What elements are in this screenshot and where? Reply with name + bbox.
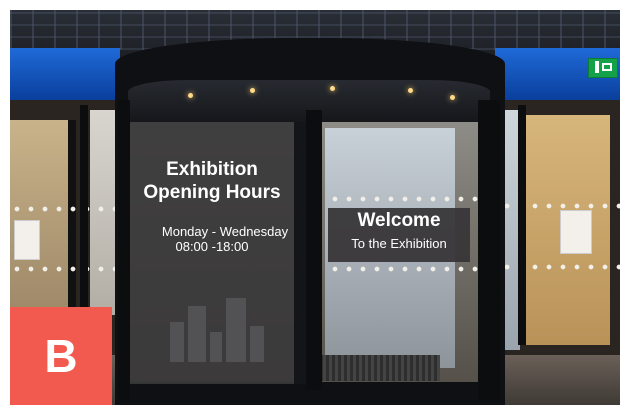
opening-hours-title-line1: Exhibition xyxy=(166,159,258,180)
option-badge-label: B xyxy=(44,330,78,382)
exit-sign-icon xyxy=(588,58,618,78)
ceiling-light xyxy=(330,86,335,91)
glass-panel-left xyxy=(10,120,76,315)
manifestation-dots-door xyxy=(328,196,478,202)
welcome-title: Welcome xyxy=(357,210,441,231)
option-badge: B xyxy=(10,307,112,405)
manifestation-dots-left-lower xyxy=(10,266,120,272)
notice-right xyxy=(560,210,592,254)
opening-hours-title-line2: Opening Hours xyxy=(143,182,281,203)
manifestation-dots-left-upper xyxy=(10,206,120,212)
door-mat xyxy=(320,355,440,381)
door-post-left xyxy=(118,100,130,400)
door-post-far-right xyxy=(518,105,526,345)
manifestation-dots-door-lower xyxy=(328,266,478,272)
notice-left xyxy=(14,220,40,260)
welcome-subtitle: To the Exhibition xyxy=(351,236,447,251)
opening-hours-time: 08:00 -18:00 xyxy=(175,239,249,254)
ceiling-light xyxy=(450,95,455,100)
ceiling-light xyxy=(188,93,193,98)
door-post-right xyxy=(478,100,500,400)
glass-panel-left-inner xyxy=(90,110,118,315)
ceiling-light xyxy=(408,88,413,93)
door-post-center xyxy=(306,110,322,390)
opening-days: Monday - Wednesday xyxy=(161,224,289,239)
ceiling-light xyxy=(250,88,255,93)
blue-fascia-left xyxy=(10,48,120,100)
